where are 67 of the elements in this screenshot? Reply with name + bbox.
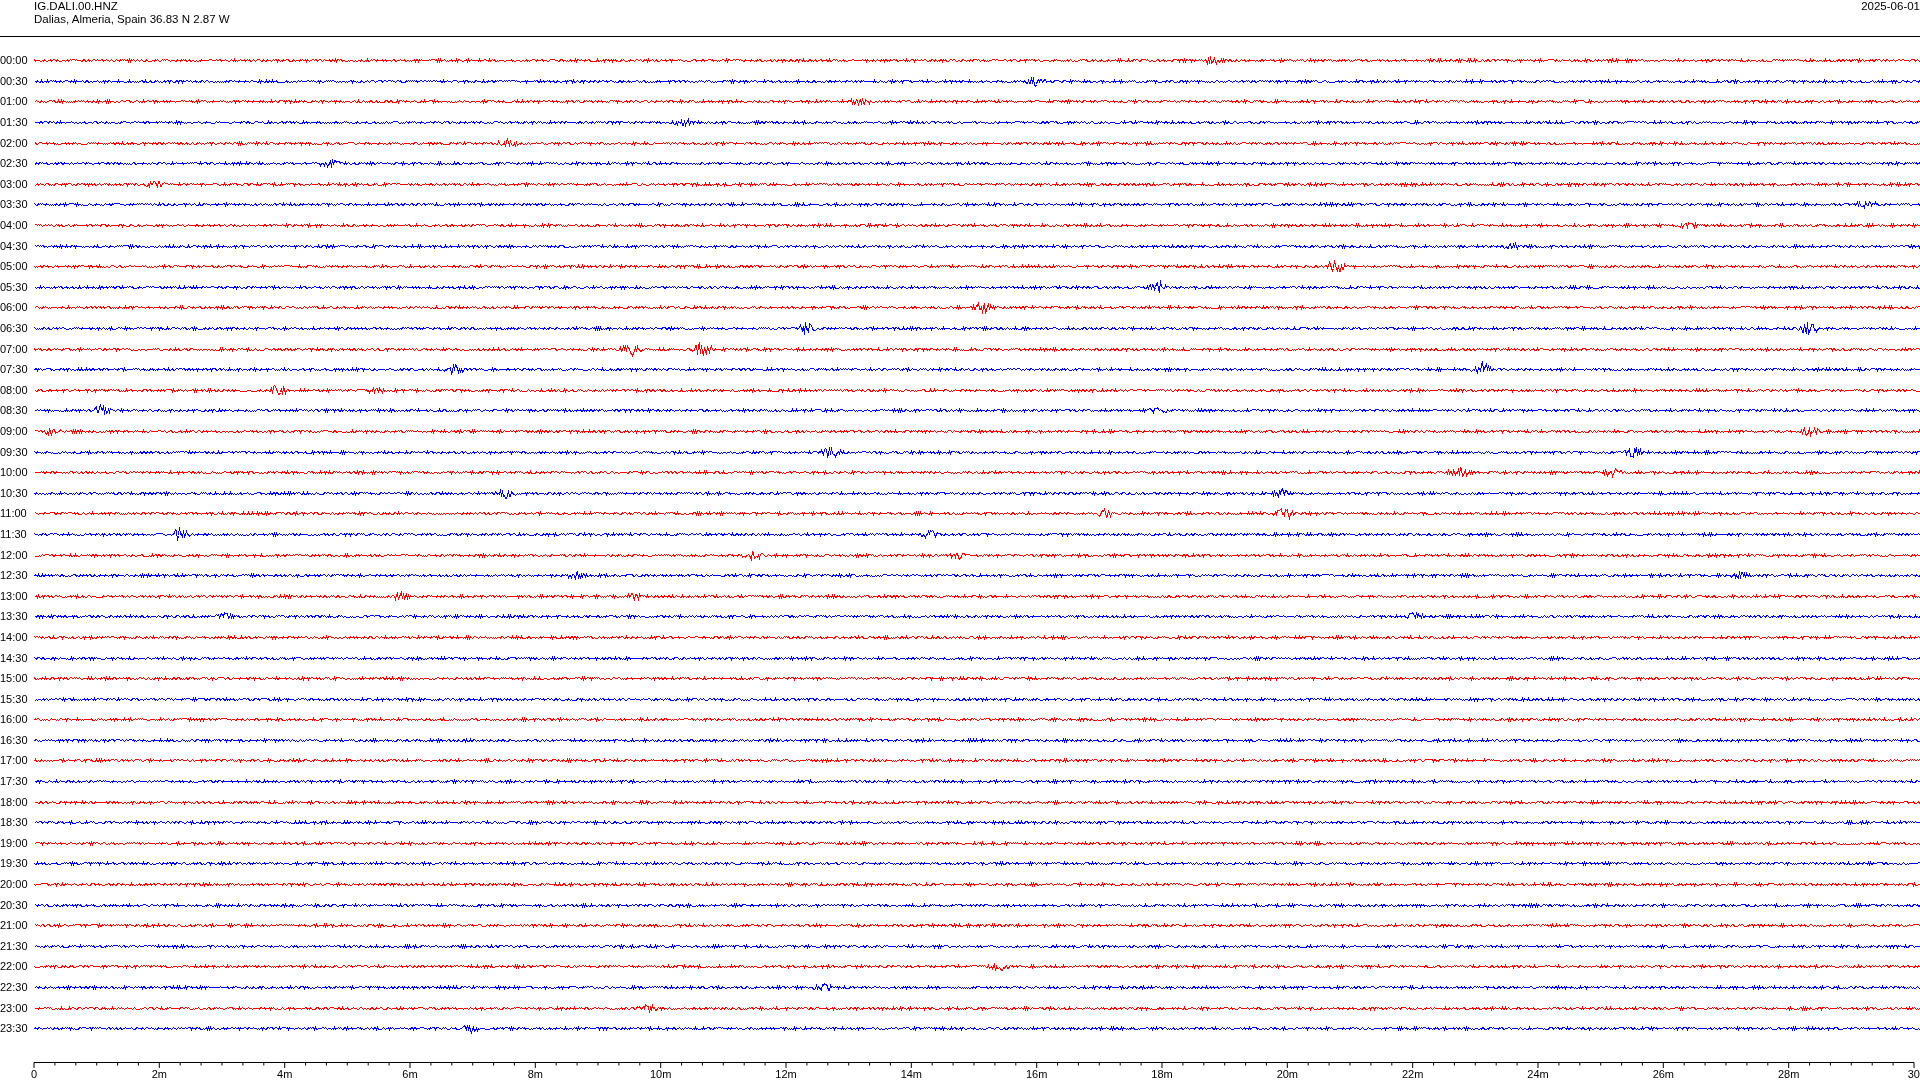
axis-tick-label: 22m [1401,1067,1424,1080]
time-label: 20:30 [0,898,29,911]
time-label: 01:00 [0,95,29,108]
time-label: 14:00 [0,630,29,643]
time-label: 04:30 [0,239,29,252]
time-label: 12:30 [0,569,29,582]
time-label: 10:00 [0,466,29,479]
axis-tick-label: 8m [527,1067,543,1080]
axis-tick-label: 18m [1151,1067,1173,1080]
station-code: IG.DALI.00.HNZ [34,0,118,13]
time-label: 19:00 [0,836,29,849]
time-label: 13:00 [0,589,29,602]
station-location: Dalias, Almeria, Spain 36.83 N 2.87 W [34,13,230,26]
time-label: 04:00 [0,219,29,232]
axis-tick-label: 28m [1777,1067,1800,1080]
time-label: 08:30 [0,404,29,417]
time-label: 05:30 [0,280,29,293]
time-label: 03:00 [0,177,29,190]
time-label: 08:00 [0,383,29,396]
time-label: 14:30 [0,651,29,664]
time-label: 06:30 [0,322,29,334]
axis-tick-label: 0 [30,1067,38,1080]
time-label: 00:00 [0,54,29,67]
axis-tick-label: 10m [649,1067,672,1080]
time-label: 09:00 [0,425,29,437]
time-label: 23:00 [0,1001,29,1014]
axis-tick-label: 16m [1025,1067,1048,1080]
time-label: 03:30 [0,198,29,211]
time-label: 18:00 [0,795,29,808]
time-label: 01:30 [0,116,29,129]
time-label: 11:00 [0,507,28,520]
time-label: 23:30 [0,1022,29,1035]
time-label: 21:00 [0,919,29,932]
time-label: 22:30 [0,981,29,993]
time-label: 07:30 [0,363,29,376]
time-label: 02:00 [0,136,29,149]
time-label: 07:00 [0,342,29,355]
time-label: 09:30 [0,445,29,458]
time-label: 16:00 [0,713,29,726]
axis-tick-label: 4m [277,1067,293,1080]
time-label: 13:30 [0,610,29,623]
axis-tick-label: 20m [1276,1067,1299,1080]
time-label: 17:00 [0,754,29,767]
time-label: 17:30 [0,775,29,788]
time-label: 20:00 [0,878,29,891]
time-label: 11:30 [0,527,28,540]
time-label: 10:30 [0,486,29,499]
time-label: 06:00 [0,301,29,314]
time-label: 19:30 [0,857,29,870]
time-label: 18:30 [0,816,29,829]
axis-tick-label: 30 [1907,1067,1920,1080]
time-label: 15:00 [0,672,29,685]
time-label: 00:30 [0,74,29,87]
time-label: 16:30 [0,733,29,746]
time-label: 12:00 [0,548,29,561]
time-label: 05:00 [0,260,29,273]
axis-tick-label: 12m [775,1067,797,1080]
axis-tick-label: 14m [900,1067,923,1080]
time-label: 02:30 [0,157,29,170]
time-label: 21:30 [0,939,29,952]
time-label: 22:00 [0,960,29,973]
time-label: 15:30 [0,692,29,705]
axis-tick-label: 2m [151,1067,167,1080]
axis-tick-label: 26m [1652,1067,1675,1080]
axis-tick-label: 6m [402,1067,418,1080]
plot-date: 2025-06-01 [1861,0,1920,13]
axis-tick-label: 24m [1527,1067,1549,1080]
